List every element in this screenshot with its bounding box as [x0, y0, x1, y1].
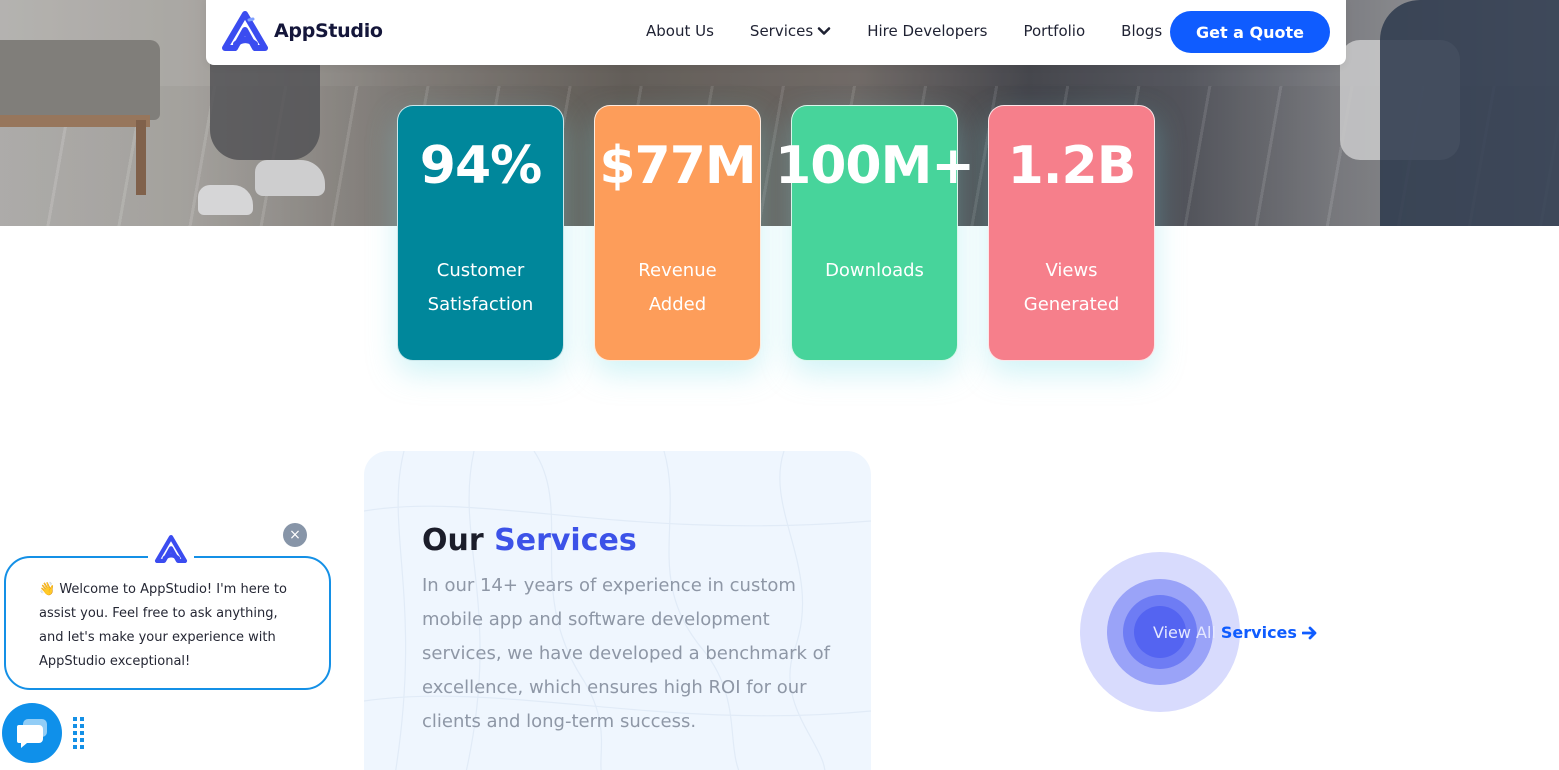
services-heading: Our Services — [422, 523, 637, 558]
drag-handle-icon[interactable] — [72, 716, 86, 750]
nav-item-label: Portfolio — [1023, 22, 1086, 40]
stat-value: 94% — [419, 136, 542, 196]
stat-label: Revenue Added — [638, 260, 717, 315]
close-icon[interactable]: × — [283, 523, 307, 547]
nav-item-portfolio[interactable]: Portfolio — [1023, 22, 1085, 40]
chat-icon — [17, 719, 47, 748]
nav-item-hire-developers[interactable]: Hire Developers — [867, 22, 987, 40]
nav-item-label: About Us — [646, 22, 714, 40]
stat-value: $77M — [599, 136, 756, 196]
stat-card-customer-satisfaction: 94% Customer Satisfaction — [397, 105, 564, 361]
view-all-label: View All — [1153, 623, 1216, 642]
stat-card-revenue-added: $77M Revenue Added — [594, 105, 761, 361]
stat-label: Views Generated — [1023, 260, 1120, 315]
services-description: In our 14+ years of experience in custom… — [422, 575, 831, 732]
navbar: AppStudio About Us Services Hire Develop… — [206, 0, 1346, 65]
services-heading-plain: Our — [422, 523, 484, 558]
view-all-services-label: Services — [1220, 623, 1297, 642]
nav-item-services[interactable]: Services — [750, 22, 831, 40]
services-heading-accent: Services — [494, 523, 637, 558]
nav-item-blogs[interactable]: Blogs — [1121, 22, 1162, 40]
page: AppStudio About Us Services Hire Develop… — [0, 0, 1559, 770]
stat-value: 1.2B — [1007, 136, 1137, 196]
stat-value: 100M+ — [775, 136, 975, 196]
chat-message-text: Welcome to AppStudio! I'm here to assist… — [39, 582, 287, 669]
services-section: Our Services In our 14+ years of experie… — [364, 451, 871, 770]
nav-item-label: Hire Developers — [867, 22, 988, 40]
stat-label: Customer Satisfaction — [427, 260, 534, 315]
stat-card-downloads: 100M+ Downloads — [775, 105, 975, 361]
chat-logo — [148, 534, 194, 564]
logo[interactable]: AppStudio — [222, 11, 383, 51]
nav-menu: About Us Services Hire Developers Portfo… — [646, 22, 1198, 40]
chevron-down-icon — [817, 27, 831, 35]
nav-item-label: Blogs — [1121, 22, 1163, 40]
chat-welcome-message: 👋 Welcome to AppStudio! I'm here to assi… — [39, 578, 304, 674]
stat-label: Downloads — [825, 260, 924, 281]
get-a-quote-button[interactable]: Get a Quote — [1170, 11, 1330, 53]
view-all-services-link[interactable]: View All Services — [1153, 623, 1318, 642]
appstudio-logo-icon — [154, 535, 188, 563]
arrow-right-icon — [1301, 626, 1317, 639]
chat-launcher-button[interactable] — [2, 703, 62, 763]
logo-text: AppStudio — [274, 20, 383, 42]
chat-welcome-bubble: 👋 Welcome to AppStudio! I'm here to assi… — [4, 534, 331, 690]
appstudio-logo-icon — [222, 11, 268, 51]
stat-card-views-generated: 1.2B Views Generated — [988, 105, 1155, 361]
waving-hand-icon: 👋 — [39, 582, 56, 597]
nav-item-about-us[interactable]: About Us — [646, 22, 714, 40]
nav-item-label: Services — [749, 22, 814, 40]
